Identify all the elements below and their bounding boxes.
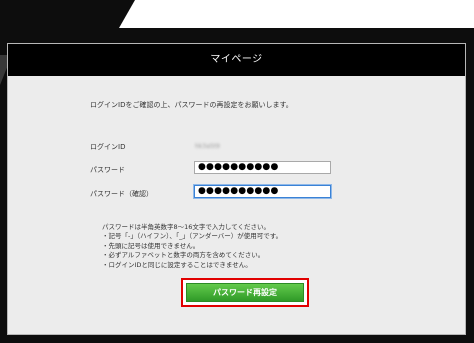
submit-highlight-frame: パスワード再設定 <box>181 278 309 307</box>
reset-password-button[interactable]: パスワード再設定 <box>186 283 304 302</box>
password-confirm-label: パスワード（確認） <box>90 190 153 198</box>
password-rule-line: ・ログインIDと同じに設定することはできません。 <box>102 260 252 269</box>
password-label: パスワード <box>90 166 125 174</box>
login-id-value: hk3a5t9 <box>195 143 220 150</box>
login-id-label: ログインID <box>90 143 126 151</box>
page-title: マイページ <box>8 44 465 76</box>
password-field[interactable]: ●●●●●●●●●● <box>194 161 331 174</box>
password-confirm-field[interactable]: ●●●●●●●●●● <box>194 185 331 198</box>
password-rules: パスワードは半角英数字8～16文字で入力してください。 ・記号「-」（ハイフン）… <box>102 223 282 270</box>
intro-text: ログインIDをご確認の上、パスワードの再設定をお願いします。 <box>90 101 293 109</box>
password-rule-line: ・先頭に記号は使用できません。 <box>102 241 200 250</box>
password-rule-line: パスワードは半角英数字8～16文字で入力してください。 <box>102 223 271 231</box>
password-rule-line: ・必ずアルファベットと数字の両方を含めてください。 <box>102 251 265 260</box>
password-rule-line: ・記号「-」（ハイフン）、「_」（アンダーバー）が使用可です。 <box>102 232 283 241</box>
mypage-panel: マイページ ログインIDをご確認の上、パスワードの再設定をお願いします。 ログイ… <box>7 43 466 335</box>
